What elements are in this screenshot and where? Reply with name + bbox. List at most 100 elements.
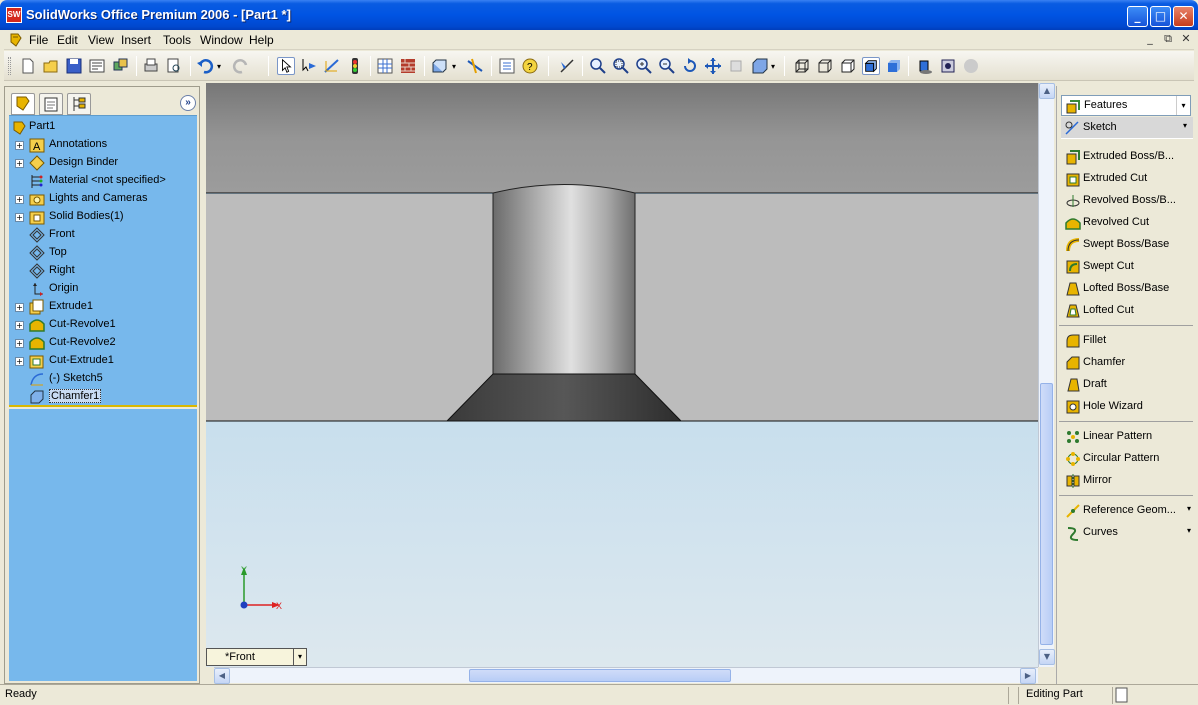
vertical-scrollbar[interactable]: ▲ ▼ bbox=[1038, 83, 1055, 667]
fillet-button[interactable]: Fillet bbox=[1061, 330, 1195, 352]
lofted-boss-base-button[interactable]: Lofted Boss/Base bbox=[1061, 278, 1195, 300]
tree-item-top[interactable]: Top bbox=[9, 244, 197, 262]
wireframe-icon[interactable] bbox=[793, 57, 811, 75]
maximize-button[interactable]: □ bbox=[1150, 6, 1171, 27]
sketch-dropdown[interactable]: Sketch ▾ bbox=[1061, 117, 1193, 139]
shaded-icon[interactable] bbox=[885, 57, 903, 75]
pan-icon[interactable] bbox=[704, 57, 722, 75]
swept-cut-button[interactable]: Swept Cut bbox=[1061, 256, 1195, 278]
collapse-panel-button[interactable]: » bbox=[180, 95, 196, 111]
title-bar[interactable]: SW SolidWorks Office Premium 2006 - [Par… bbox=[0, 0, 1198, 30]
top-plate-face[interactable] bbox=[206, 83, 1038, 193]
select-arrow-icon[interactable] bbox=[277, 57, 295, 75]
make-drawing-icon[interactable] bbox=[88, 57, 106, 75]
chamfer-button[interactable]: Chamfer bbox=[1061, 352, 1195, 374]
lofted-cut-button[interactable]: Lofted Cut bbox=[1061, 300, 1195, 322]
linear-pattern-button[interactable]: Linear Pattern bbox=[1061, 426, 1195, 448]
zoom-to-fit-icon[interactable] bbox=[589, 57, 607, 75]
menu-window[interactable]: Window bbox=[200, 33, 243, 47]
expand-toggle-icon[interactable]: + bbox=[15, 159, 24, 168]
draft-button[interactable]: Draft bbox=[1061, 374, 1195, 396]
circular-pattern-button[interactable]: Circular Pattern bbox=[1061, 448, 1195, 470]
dropdown-arrow-icon[interactable]: ▾ bbox=[1187, 504, 1191, 513]
view-orientation-dropdown-icon[interactable]: ▾ bbox=[452, 62, 460, 80]
expand-toggle-icon[interactable]: + bbox=[15, 339, 24, 348]
horizontal-scrollbar[interactable]: ◀ ▶ bbox=[214, 667, 1038, 684]
graphics-area[interactable]: Y X bbox=[206, 83, 1038, 667]
extruded-boss-base-button[interactable]: Extruded Boss/B... bbox=[1061, 146, 1195, 168]
tree-item-origin[interactable]: Origin bbox=[9, 280, 197, 298]
shaded-with-edges-icon[interactable] bbox=[862, 57, 880, 75]
revolved-boss-base-button[interactable]: Revolved Boss/B... bbox=[1061, 190, 1195, 212]
rebuild-icon[interactable] bbox=[346, 57, 364, 75]
scroll-down-arrow-icon[interactable]: ▼ bbox=[1039, 649, 1055, 665]
view-display-dropdown-icon[interactable]: ▾ bbox=[771, 62, 779, 80]
hidden-lines-removed-icon[interactable] bbox=[839, 57, 857, 75]
tree-item-extrude1[interactable]: + Extrude1 bbox=[9, 298, 197, 316]
make-assembly-icon[interactable] bbox=[111, 57, 129, 75]
features-dropdown[interactable]: Features ▾ bbox=[1061, 95, 1191, 116]
features-dropdown-arrow-icon[interactable]: ▾ bbox=[1176, 96, 1190, 115]
section-view-icon[interactable] bbox=[466, 57, 484, 75]
menu-tools[interactable]: Tools bbox=[163, 33, 191, 47]
close-button[interactable]: ✕ bbox=[1173, 6, 1194, 27]
menu-edit[interactable]: Edit bbox=[57, 33, 78, 47]
expand-toggle-icon[interactable]: + bbox=[15, 213, 24, 222]
mdi-minimize-button[interactable]: _ bbox=[1142, 32, 1158, 46]
revolved-cut-button[interactable]: Revolved Cut bbox=[1061, 212, 1195, 234]
menu-view[interactable]: View bbox=[88, 33, 114, 47]
tree-item-cut-revolve1[interactable]: + Cut-Revolve1 bbox=[9, 316, 197, 334]
view-display-icon[interactable] bbox=[750, 57, 768, 75]
reference-geometry-button[interactable]: Reference Geom... ▾ bbox=[1061, 500, 1195, 522]
open-folder-icon[interactable] bbox=[42, 57, 60, 75]
select-other-icon[interactable] bbox=[300, 57, 318, 75]
expand-toggle-icon[interactable]: + bbox=[15, 303, 24, 312]
tree-item-part1[interactable]: Part1 bbox=[9, 118, 197, 136]
rotate-view-icon[interactable] bbox=[681, 57, 699, 75]
swept-boss-base-button[interactable]: Swept Boss/Base bbox=[1061, 234, 1195, 256]
undo-dropdown-icon[interactable]: ▾ bbox=[217, 62, 225, 80]
tree-item-chamfer1[interactable]: Chamfer1 bbox=[9, 388, 197, 406]
scroll-right-arrow-icon[interactable]: ▶ bbox=[1020, 668, 1036, 684]
document-icon[interactable] bbox=[8, 32, 24, 48]
sketch-icon[interactable] bbox=[323, 57, 341, 75]
vertical-scroll-thumb[interactable] bbox=[1040, 383, 1053, 645]
tree-item-cut-revolve2[interactable]: + Cut-Revolve2 bbox=[9, 334, 197, 352]
tree-item-right[interactable]: Right bbox=[9, 262, 197, 280]
tree-item-material-not-specified[interactable]: Material <not specified> bbox=[9, 172, 197, 190]
hole-wizard-button[interactable]: Hole Wizard bbox=[1061, 396, 1195, 418]
extruded-cut-button[interactable]: Extruded Cut bbox=[1061, 168, 1195, 190]
realview-icon[interactable] bbox=[939, 57, 957, 75]
part-model-front-view[interactable] bbox=[206, 83, 1038, 667]
expand-toggle-icon[interactable]: + bbox=[15, 321, 24, 330]
print-icon[interactable] bbox=[142, 57, 160, 75]
quick-tips-icon[interactable] bbox=[1115, 687, 1129, 703]
mirror-button[interactable]: Mirror bbox=[1061, 470, 1195, 492]
curves-button[interactable]: Curves ▾ bbox=[1061, 522, 1195, 544]
cylinder-face[interactable] bbox=[492, 184, 636, 375]
tab-configurationmanager[interactable] bbox=[67, 93, 91, 115]
appearance-icon[interactable] bbox=[399, 57, 417, 75]
tree-item-lights-and-cameras[interactable]: + Lights and Cameras bbox=[9, 190, 197, 208]
menu-insert[interactable]: Insert bbox=[121, 33, 151, 47]
scroll-left-arrow-icon[interactable]: ◀ bbox=[214, 668, 230, 684]
view-combo-dropdown-icon[interactable]: ▾ bbox=[293, 649, 306, 665]
options-icon[interactable] bbox=[376, 57, 394, 75]
zoom-to-area-icon[interactable] bbox=[612, 57, 630, 75]
mdi-close-button[interactable]: ✕ bbox=[1178, 32, 1194, 46]
sketch-dropdown-arrow-icon[interactable]: ▾ bbox=[1183, 121, 1187, 130]
undo-icon[interactable] bbox=[196, 57, 214, 75]
menu-file[interactable]: File bbox=[29, 33, 48, 47]
tree-item-sketch5[interactable]: (-) Sketch5 bbox=[9, 370, 197, 388]
dropdown-arrow-icon[interactable]: ▾ bbox=[1187, 526, 1191, 535]
view-name-combo[interactable]: *Front ▾ bbox=[206, 648, 307, 666]
horizontal-scroll-thumb[interactable] bbox=[469, 669, 731, 682]
help-icon[interactable]: ? bbox=[521, 57, 539, 75]
rollback-icon[interactable] bbox=[558, 57, 576, 75]
shadows-in-shaded-mode-icon[interactable] bbox=[916, 57, 934, 75]
menu-help[interactable]: Help bbox=[249, 33, 274, 47]
save-icon[interactable] bbox=[65, 57, 83, 75]
expand-toggle-icon[interactable]: + bbox=[15, 195, 24, 204]
properties-icon[interactable] bbox=[498, 57, 516, 75]
tree-item-solid-bodies-1[interactable]: + Solid Bodies(1) bbox=[9, 208, 197, 226]
